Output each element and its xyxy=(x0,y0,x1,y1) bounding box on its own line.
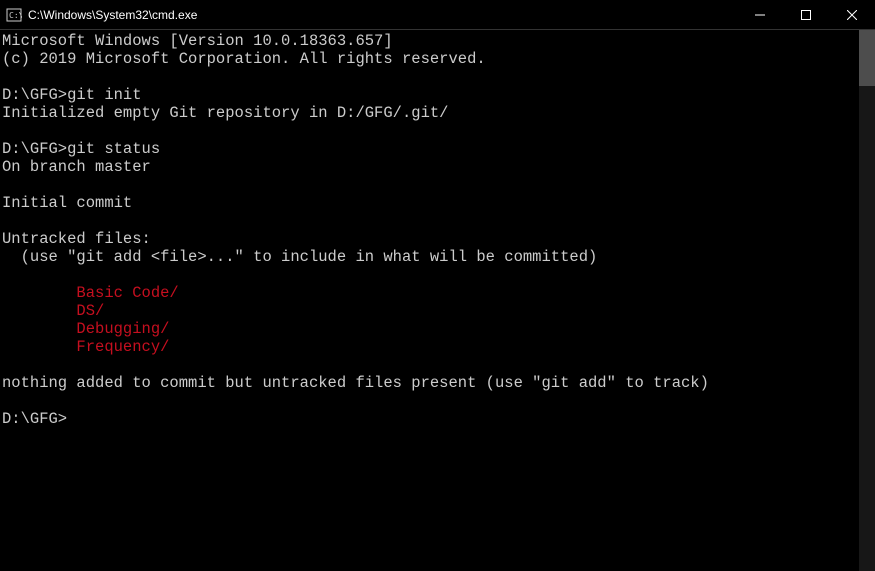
prompt: D:\GFG> xyxy=(2,86,67,104)
command: git init xyxy=(67,86,141,104)
svg-text:C:\: C:\ xyxy=(9,11,22,20)
scrollbar[interactable] xyxy=(859,30,875,571)
prompt: D:\GFG> xyxy=(2,410,67,428)
output-line: Initialized empty Git repository in D:/G… xyxy=(2,104,448,122)
command: git status xyxy=(67,140,160,158)
cmd-icon: C:\ xyxy=(6,7,22,23)
untracked-file: DS/ xyxy=(2,302,104,320)
output-line: On branch master xyxy=(2,158,151,176)
output-line: Initial commit xyxy=(2,194,132,212)
untracked-file: Basic Code/ xyxy=(2,284,179,302)
minimize-button[interactable] xyxy=(737,0,783,29)
output-line: nothing added to commit but untracked fi… xyxy=(2,374,709,392)
close-button[interactable] xyxy=(829,0,875,29)
terminal-content[interactable]: Microsoft Windows [Version 10.0.18363.65… xyxy=(0,30,859,571)
untracked-file: Frequency/ xyxy=(2,338,169,356)
output-line: Untracked files: xyxy=(2,230,151,248)
output-line: (c) 2019 Microsoft Corporation. All righ… xyxy=(2,50,486,68)
output-line: (use "git add <file>..." to include in w… xyxy=(2,248,597,266)
terminal-area: Microsoft Windows [Version 10.0.18363.65… xyxy=(0,30,875,571)
untracked-file: Debugging/ xyxy=(2,320,169,338)
maximize-button[interactable] xyxy=(783,0,829,29)
cmd-window: C:\ C:\Windows\System32\cmd.exe Microsof… xyxy=(0,0,875,571)
output-line: Microsoft Windows [Version 10.0.18363.65… xyxy=(2,32,393,50)
scrollbar-thumb[interactable] xyxy=(859,30,875,86)
prompt: D:\GFG> xyxy=(2,140,67,158)
window-controls xyxy=(737,0,875,29)
window-title: C:\Windows\System32\cmd.exe xyxy=(28,8,737,22)
titlebar[interactable]: C:\ C:\Windows\System32\cmd.exe xyxy=(0,0,875,30)
